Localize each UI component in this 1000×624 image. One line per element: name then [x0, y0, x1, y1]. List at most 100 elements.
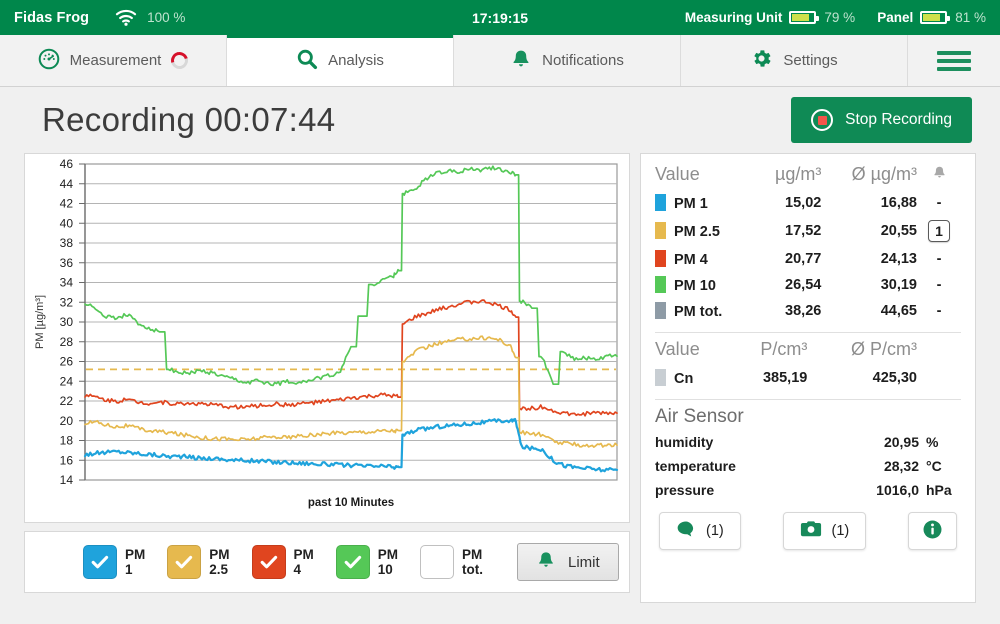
color-swatch [655, 222, 666, 239]
table-row[interactable]: PM 1026,5430,19- [655, 272, 961, 298]
checkbox-checked-icon[interactable] [167, 545, 201, 579]
tab-analysis[interactable]: Analysis [227, 35, 454, 86]
col-header-unit: µg/m³ [754, 164, 822, 190]
tab-label-settings: Settings [783, 52, 837, 69]
camera-icon [800, 520, 822, 542]
panel-percent: 81 % [955, 10, 986, 25]
y-axis-tick-label: 18 [60, 434, 74, 448]
series-toggle-label: PM4 [294, 547, 314, 577]
value-cell: 38,26 [754, 298, 822, 324]
table-header-row: Value µg/m³ Ø µg/m³ [655, 164, 961, 190]
limit-button-label: Limit [568, 554, 600, 571]
checkbox-checked-icon[interactable] [336, 545, 370, 579]
comment-button[interactable]: (1) [659, 512, 741, 550]
spacer-cell [917, 365, 961, 391]
measuring-unit-label: Measuring Unit [685, 10, 783, 25]
col-header-value: Value [655, 164, 754, 190]
measuring-unit-battery-group: Measuring Unit 79 % [685, 10, 855, 25]
tab-notifications[interactable]: Notifications [454, 35, 681, 86]
series-toggle-25[interactable]: PM2.5 [167, 545, 229, 579]
pm-values-table: Value µg/m³ Ø µg/m³ PM 115,0216,88-PM 2.… [655, 164, 961, 324]
battery-icon-panel [920, 11, 947, 24]
y-axis-tick-label: 20 [60, 414, 74, 428]
wifi-percent: 100 % [147, 10, 185, 25]
color-swatch [655, 276, 666, 293]
series-name-cell: PM 10 [655, 272, 754, 298]
alarm-cell[interactable]: 1 [917, 216, 961, 246]
table-row[interactable]: PM 420,7724,13- [655, 246, 961, 272]
col-header-avg-unit: Ø µg/m³ [821, 164, 917, 190]
limit-button[interactable]: Limit [517, 543, 619, 581]
y-axis-tick-label: 40 [60, 216, 74, 230]
color-swatch [655, 194, 666, 211]
table-row[interactable]: Cn385,19425,30 [655, 365, 961, 391]
air-sensor-label: pressure [655, 482, 714, 498]
checkbox-checked-icon[interactable] [252, 545, 286, 579]
alarm-cell: - [917, 190, 961, 216]
average-cell: 425,30 [807, 365, 917, 391]
info-button[interactable] [908, 512, 957, 550]
y-axis-tick-label: 28 [60, 335, 74, 349]
tab-label-measurement: Measurement [70, 52, 162, 69]
hamburger-icon[interactable] [908, 35, 1000, 86]
series-toggle-1[interactable]: PM1 [83, 545, 145, 579]
tab-label-notifications: Notifications [542, 52, 624, 69]
air-sensor-unit: °C [919, 458, 961, 474]
y-axis-tick-label: 26 [60, 355, 74, 369]
series-toggle-label: PM1 [125, 547, 145, 577]
stop-recording-button[interactable]: Stop Recording [791, 97, 972, 143]
table-row[interactable]: PM 2.517,5220,551 [655, 216, 961, 246]
air-sensor-unit: % [919, 434, 961, 450]
value-cell: 26,54 [754, 272, 822, 298]
air-sensor-label: temperature [655, 458, 736, 474]
tab-settings[interactable]: Settings [681, 35, 908, 86]
y-axis-tick-label: 46 [60, 157, 74, 171]
y-axis-tick-label: 38 [60, 236, 74, 250]
y-axis-tick-label: 14 [60, 473, 74, 487]
average-cell: 24,13 [821, 246, 917, 272]
comment-icon [676, 520, 696, 542]
search-icon [296, 48, 318, 74]
air-sensor-unit: hPa [919, 482, 961, 498]
checkbox-checked-icon[interactable] [83, 545, 117, 579]
series-toggle-4[interactable]: PM4 [252, 545, 314, 579]
col-header-unit: P/cm³ [729, 339, 807, 365]
record-stop-icon [811, 109, 833, 131]
y-axis-title: PM [µg/m³] [34, 295, 46, 349]
info-icon [922, 519, 943, 544]
series-toggle-label: PM10 [378, 547, 398, 577]
series-toggle-tot[interactable]: PMtot. [420, 545, 483, 579]
pm-chart-panel: 4644424038363432302826242220181614PM [µg… [24, 153, 630, 523]
screenshot-button[interactable]: (1) [783, 512, 867, 550]
table-row[interactable]: PM tot.38,2644,65- [655, 298, 961, 324]
panel-battery-group: Panel 81 % [877, 10, 986, 25]
alarm-count-badge[interactable]: 1 [928, 220, 950, 242]
value-cell: 385,19 [729, 365, 807, 391]
color-swatch [655, 369, 666, 386]
air-sensor-value: 20,95 [884, 434, 919, 450]
color-swatch [655, 302, 666, 319]
series-toggle-10[interactable]: PM10 [336, 545, 398, 579]
chart-column: 4644424038363432302826242220181614PM [µg… [24, 153, 630, 603]
alarm-cell: - [917, 272, 961, 298]
gauge-icon [38, 48, 60, 74]
page-header: Recording 00:07:44 Stop Recording [0, 87, 1000, 153]
value-cell: 20,77 [754, 246, 822, 272]
series-name-cell: PM 2.5 [655, 216, 754, 246]
readings-panel: Value µg/m³ Ø µg/m³ PM 115,0216,88-PM 2.… [640, 153, 976, 603]
checkbox-unchecked-icon[interactable] [420, 545, 454, 579]
tab-measurement[interactable]: Measurement [0, 35, 227, 86]
air-sensor-value: 28,32 [884, 458, 919, 474]
series-toggle-label: PM2.5 [209, 547, 229, 577]
y-axis-tick-label: 24 [60, 374, 74, 388]
loading-spinner-icon [168, 49, 191, 72]
y-axis-tick-label: 16 [60, 453, 74, 467]
y-axis-tick-label: 34 [60, 276, 74, 290]
y-axis-tick-label: 36 [60, 256, 74, 270]
pm-timeseries-chart[interactable]: 4644424038363432302826242220181614PM [µg… [25, 154, 629, 522]
table-header-row: Value P/cm³ Ø P/cm³ [655, 339, 961, 365]
panel-label: Panel [877, 10, 913, 25]
page-title: Recording 00:07:44 [42, 101, 335, 139]
table-row[interactable]: PM 115,0216,88- [655, 190, 961, 216]
alarm-cell: - [917, 246, 961, 272]
